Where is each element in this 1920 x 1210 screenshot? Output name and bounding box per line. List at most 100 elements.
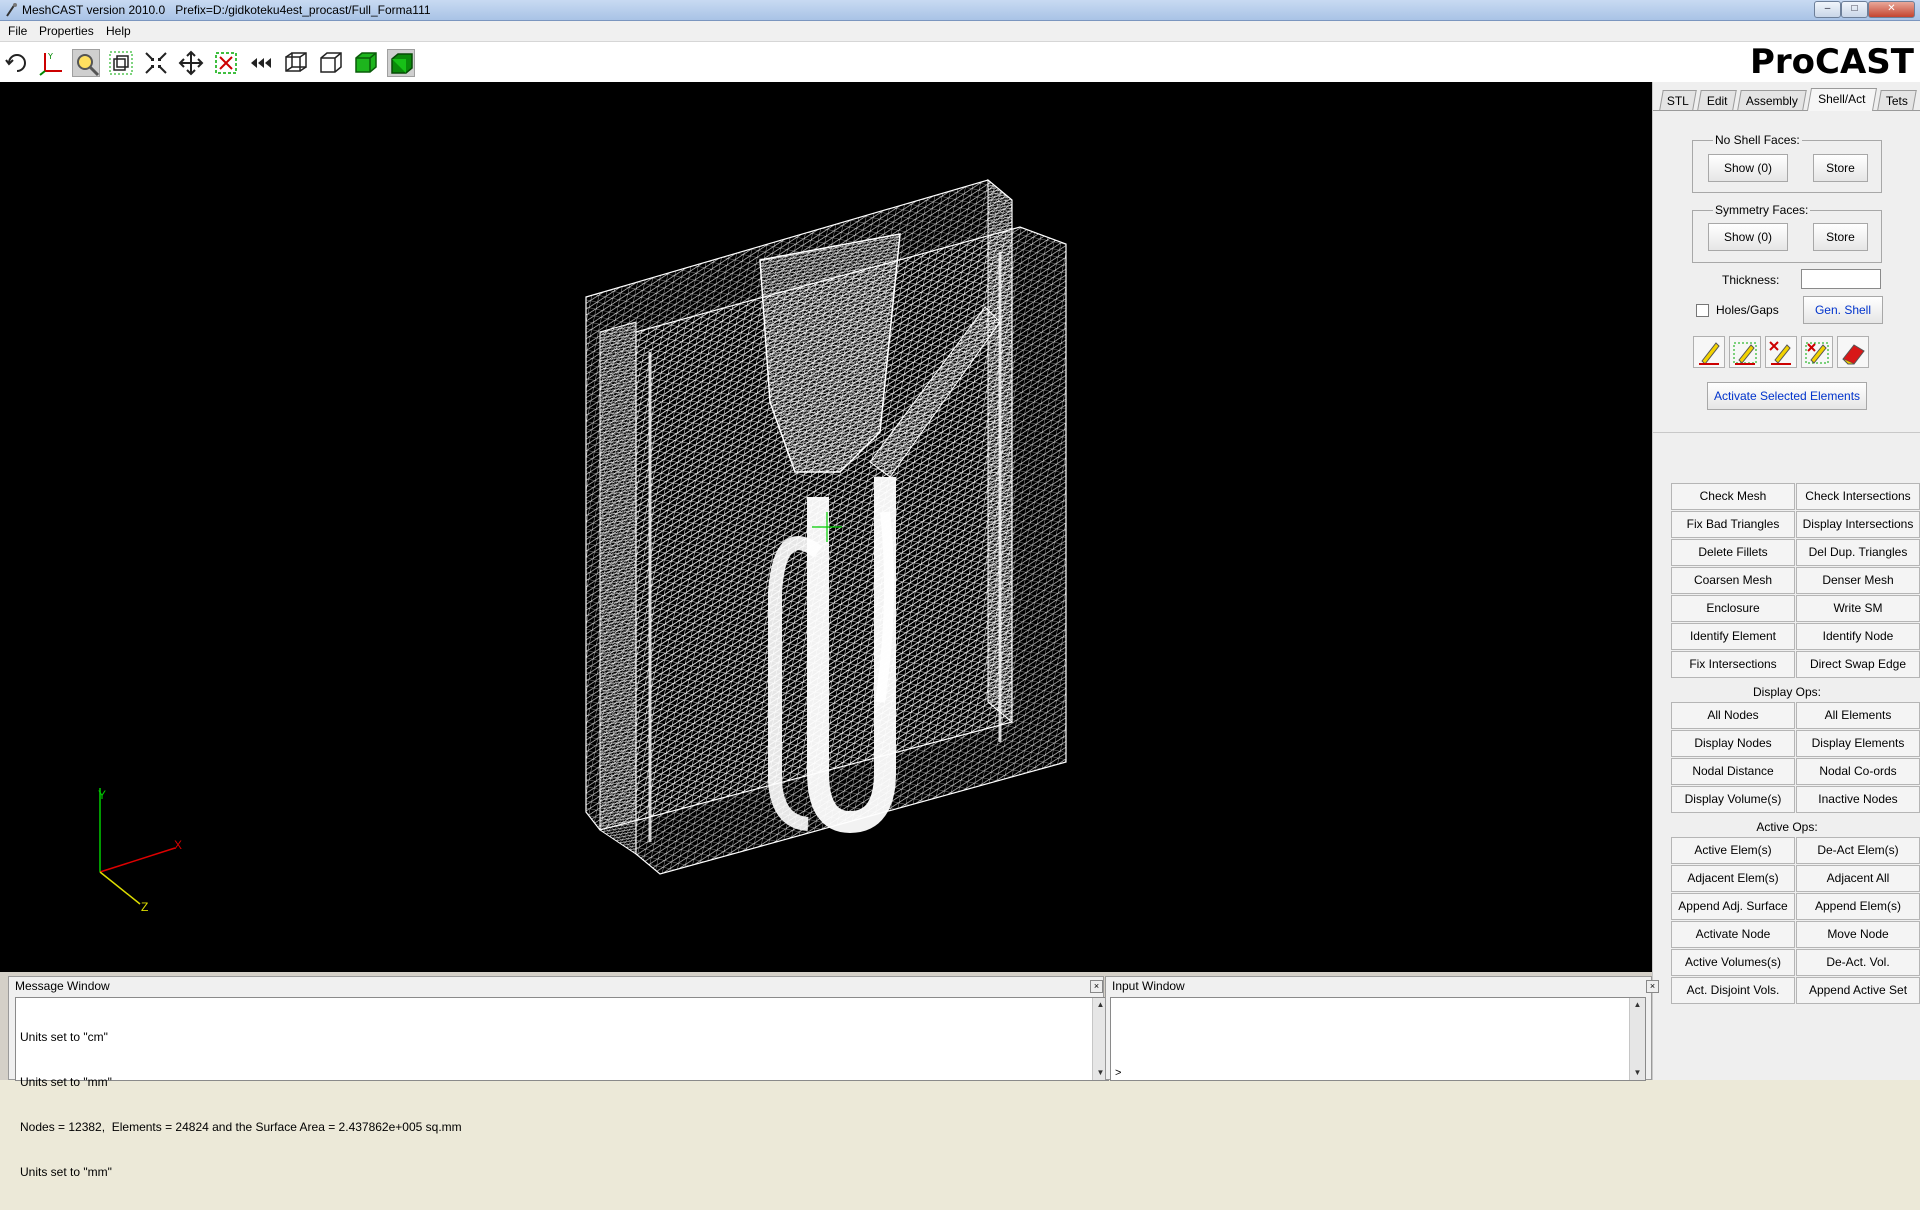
pencil-box-remove-icon[interactable] [1801,336,1833,368]
append-active-set-button[interactable]: Append Active Set [1796,977,1920,1004]
back-icon[interactable] [247,49,275,77]
pencil-box-icon[interactable] [1729,336,1761,368]
mesh-view [99,178,1067,905]
axis-x-label: X [174,838,183,852]
all-nodes-button[interactable]: All Nodes [1671,702,1795,729]
axis-icon[interactable]: Y [37,49,65,77]
svg-text:Y: Y [47,52,53,61]
input-window-close-icon[interactable]: × [1646,980,1659,993]
input-scrollbar[interactable]: ▲ ▼ [1629,998,1645,1080]
del-dup-triangles-button[interactable]: Del Dup. Triangles [1796,539,1920,566]
activate-selected-elements-button[interactable]: Activate Selected Elements [1707,382,1867,410]
inactive-nodes-button[interactable]: Inactive Nodes [1796,786,1920,813]
menu-help[interactable]: Help [106,24,131,38]
holes-gaps-checkbox[interactable] [1696,304,1709,317]
title-bar: MeshCAST version 2010.0 Prefix=D:/gidkot… [0,0,1920,21]
eraser-icon[interactable] [1837,336,1869,368]
active-ops-label: Active Ops: [1756,820,1818,834]
zoom-box-icon[interactable] [107,49,135,77]
menu-bar: File Properties Help [0,21,1920,42]
de-act-vol-button[interactable]: De-Act. Vol. [1796,949,1920,976]
activate-node-button[interactable]: Activate Node [1671,921,1795,948]
check-mesh-button[interactable]: Check Mesh [1671,483,1795,510]
append-adj-surface-button[interactable]: Append Adj. Surface [1671,893,1795,920]
adjacent-elems-button[interactable]: Adjacent Elem(s) [1671,865,1795,892]
display-nodes-button[interactable]: Display Nodes [1671,730,1795,757]
menu-file[interactable]: File [8,24,27,38]
thickness-input[interactable] [1801,269,1881,289]
axis-triad [99,788,176,905]
fix-intersections-button[interactable]: Fix Intersections [1671,651,1795,678]
nodal-distance-button[interactable]: Nodal Distance [1671,758,1795,785]
active-volumes-button[interactable]: Active Volumes(s) [1671,949,1795,976]
move-node-button[interactable]: Move Node [1796,921,1920,948]
tab-tets[interactable]: Tets [1877,90,1917,110]
maximize-button[interactable]: □ [1841,1,1868,18]
holes-gaps-label: Holes/Gaps [1716,303,1779,317]
tab-bar: STL Edit Assembly Shell/Act Tets [1653,88,1920,111]
shaded-green-icon[interactable] [387,49,415,77]
toolbar: Y [0,42,1920,82]
adjacent-all-button[interactable]: Adjacent All [1796,865,1920,892]
show-no-shell-button[interactable]: Show (0) [1708,154,1788,182]
pencil-icon[interactable] [1693,336,1725,368]
append-elems-button[interactable]: Append Elem(s) [1796,893,1920,920]
check-intersections-button[interactable]: Check Intersections [1796,483,1920,510]
de-act-elems-button[interactable]: De-Act Elem(s) [1796,837,1920,864]
app-icon [6,3,17,17]
identify-node-button[interactable]: Identify Node [1796,623,1920,650]
display-ops-label: Display Ops: [1752,685,1822,699]
enclosure-button[interactable]: Enclosure [1671,595,1795,622]
direct-swap-edge-button[interactable]: Direct Swap Edge [1796,651,1920,678]
display-volumes-button[interactable]: Display Volume(s) [1671,786,1795,813]
coarsen-mesh-button[interactable]: Coarsen Mesh [1671,567,1795,594]
write-sm-button[interactable]: Write SM [1796,595,1920,622]
show-symmetry-button[interactable]: Show (0) [1708,223,1788,251]
axis-z-label: Z [141,900,149,914]
active-elems-button[interactable]: Active Elem(s) [1671,837,1795,864]
identify-element-button[interactable]: Identify Element [1671,623,1795,650]
pan-icon[interactable] [177,49,205,77]
gen-shell-button[interactable]: Gen. Shell [1803,296,1883,324]
store-symmetry-button[interactable]: Store [1813,223,1868,251]
tab-shell-act[interactable]: Shell/Act [1806,88,1878,111]
panel-divider [1653,432,1920,433]
3d-viewport[interactable]: Y X Z [0,82,1652,972]
scroll-down-icon[interactable]: ▼ [1630,1066,1645,1080]
input-prompt: > [1115,1067,1122,1079]
procast-logo: ProCAST [1750,42,1914,82]
store-no-shell-button[interactable]: Store [1813,154,1868,182]
axis-y-label: Y [98,788,107,802]
denser-mesh-button[interactable]: Denser Mesh [1796,567,1920,594]
input-area[interactable]: > ▲ ▼ [1110,997,1646,1081]
tab-edit[interactable]: Edit [1697,90,1737,110]
delete-fillets-button[interactable]: Delete Fillets [1671,539,1795,566]
scroll-up-icon[interactable]: ▲ [1630,998,1645,1012]
message-log[interactable]: Units set to "cm" Units set to "mm" Node… [15,997,1109,1179]
pencil-remove-icon[interactable] [1765,336,1797,368]
select-icon[interactable] [212,49,240,77]
close-button[interactable]: ✕ [1868,1,1915,18]
right-panel: STL Edit Assembly Shell/Act Tets No Shel… [1652,82,1920,1080]
display-intersections-button[interactable]: Display Intersections [1796,511,1920,538]
tab-assembly[interactable]: Assembly [1737,90,1807,110]
zoom-icon[interactable] [72,49,100,77]
solid-green-icon[interactable] [352,49,380,77]
tab-stl[interactable]: STL [1659,90,1697,110]
message-window-close-icon[interactable]: × [1090,980,1103,993]
fix-bad-triangles-button[interactable]: Fix Bad Triangles [1671,511,1795,538]
wireframe-icon[interactable] [282,49,310,77]
minimize-button[interactable]: – [1814,1,1841,18]
all-elements-button[interactable]: All Elements [1796,702,1920,729]
act-disjoint-vols-button[interactable]: Act. Disjoint Vols. [1671,977,1795,1004]
box-icon[interactable] [317,49,345,77]
message-window: Message Window × Units set to "cm" Units… [8,976,1109,1179]
message-line: Units set to "mm" [20,1075,112,1089]
rotate-icon[interactable] [3,49,31,77]
fit-icon[interactable] [142,49,170,77]
menu-properties[interactable]: Properties [39,24,94,38]
nodal-coords-button[interactable]: Nodal Co-ords [1796,758,1920,785]
input-window: Input Window × > ▲ ▼ [1105,976,1659,1081]
display-elements-button[interactable]: Display Elements [1796,730,1920,757]
no-shell-faces-label: No Shell Faces: [1713,133,1802,147]
